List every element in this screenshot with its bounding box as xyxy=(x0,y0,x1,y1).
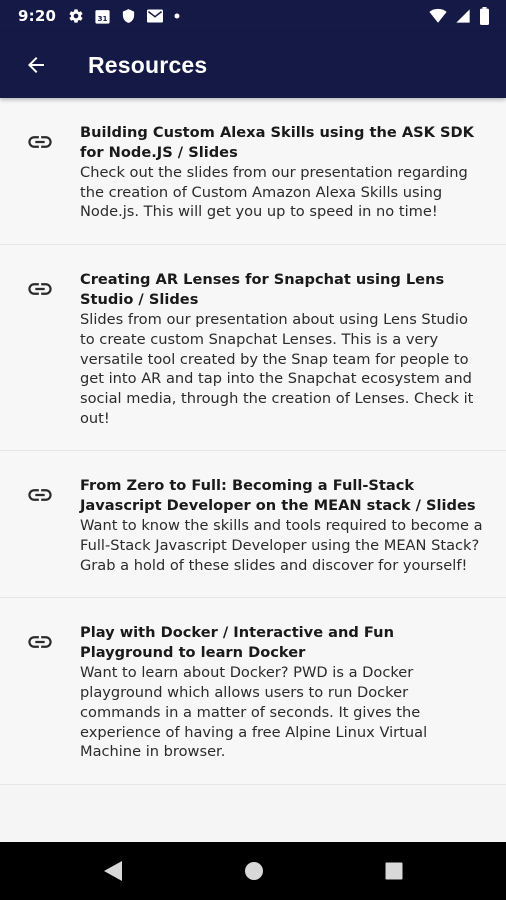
status-time: 9:20 xyxy=(18,7,57,25)
resource-title: Creating AR Lenses for Snapchat using Le… xyxy=(80,271,445,309)
home-circle-icon xyxy=(244,861,264,881)
link-icon xyxy=(24,476,56,575)
recents-square-icon xyxy=(385,862,403,880)
mail-icon xyxy=(146,8,164,24)
resource-title: From Zero to Full: Becoming a Full-Stack… xyxy=(80,477,476,515)
page-title: Resources xyxy=(88,51,208,78)
nav-recents-button[interactable] xyxy=(377,854,411,888)
nav-home-button[interactable] xyxy=(237,854,271,888)
resource-description: Check out the slides from our presentati… xyxy=(80,164,468,221)
status-notification-icons: 31 xyxy=(68,8,180,25)
resource-item[interactable]: Play with Docker / Interactive and Fun P… xyxy=(0,598,506,785)
resource-item[interactable]: From Zero to Full: Becoming a Full-Stack… xyxy=(0,451,506,599)
gear-icon xyxy=(68,8,84,24)
wifi-icon xyxy=(429,8,447,24)
nav-back-button[interactable] xyxy=(97,854,129,888)
calendar-icon: 31 xyxy=(94,8,111,25)
status-bar: 9:20 31 xyxy=(0,0,506,32)
resource-title: Play with Docker / Interactive and Fun P… xyxy=(80,624,394,662)
back-button[interactable] xyxy=(12,41,60,89)
resource-description: Slides from our presentation about using… xyxy=(80,311,474,427)
resource-item[interactable]: Creating AR Lenses for Snapchat using Le… xyxy=(0,245,506,452)
calendar-day: 31 xyxy=(98,13,108,22)
link-icon xyxy=(24,123,56,222)
link-icon xyxy=(24,623,56,762)
dot-icon xyxy=(174,13,180,19)
resource-description: Want to know the skills and tools requir… xyxy=(80,517,483,574)
link-icon xyxy=(24,270,56,428)
resource-title: Building Custom Alexa Skills using the A… xyxy=(80,124,474,161)
resource-item[interactable]: Building Custom Alexa Skills using the A… xyxy=(0,98,506,246)
shield-icon xyxy=(121,8,136,24)
status-system-icons xyxy=(429,7,490,25)
battery-icon xyxy=(479,7,490,25)
app-bar: Resources xyxy=(0,32,506,98)
resources-list: Building Custom Alexa Skills using the A… xyxy=(0,98,506,842)
resource-description: Want to learn about Docker? PWD is a Doc… xyxy=(80,664,428,761)
arrow-back-icon xyxy=(24,53,48,77)
back-triangle-icon xyxy=(103,860,123,882)
system-nav-bar xyxy=(0,842,506,900)
signal-icon xyxy=(455,8,471,24)
